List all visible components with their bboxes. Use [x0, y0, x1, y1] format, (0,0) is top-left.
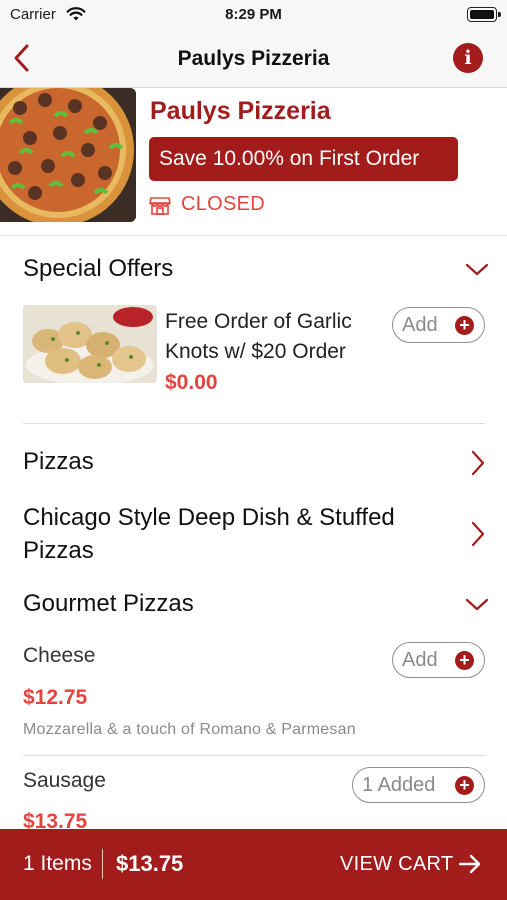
- restaurant-image: [0, 88, 136, 222]
- chevron-down-icon: [465, 263, 489, 276]
- list-item[interactable]: Free Order of Garlic Knots w/ $20 Order …: [23, 305, 485, 405]
- add-label: Add: [402, 649, 438, 671]
- info-button[interactable]: i: [453, 43, 483, 73]
- status-bar: Carrier 8:29 PM: [0, 0, 507, 30]
- battery-icon: [467, 7, 501, 22]
- add-button[interactable]: Add +: [392, 642, 485, 678]
- status-time: 8:29 PM: [225, 6, 282, 23]
- garlic-knots-image: [23, 305, 157, 383]
- section-deep-dish[interactable]: Chicago Style Deep Dish & Stuffed Pizzas: [23, 501, 489, 567]
- cart-separator: [102, 849, 103, 879]
- chevron-down-icon: [465, 598, 489, 611]
- navigation-bar: Paulys Pizzeria i: [0, 30, 507, 88]
- closed-label: CLOSED: [181, 193, 266, 215]
- item-name: Free Order of Garlic Knots w/ $20 Order: [165, 310, 352, 363]
- section-gourmet-pizzas[interactable]: Gourmet Pizzas: [23, 590, 489, 622]
- item-price: $0.00: [165, 371, 218, 394]
- add-label: Add: [402, 314, 438, 336]
- section-title: Special Offers: [23, 255, 174, 282]
- add-button[interactable]: Add +: [392, 307, 485, 343]
- chevron-right-icon: [471, 521, 485, 547]
- store-icon: [149, 197, 171, 215]
- food-image: [23, 305, 157, 383]
- info-icon: i: [464, 47, 472, 69]
- restaurant-header: Paulys Pizzeria Save 10.00% on First Ord…: [0, 88, 507, 236]
- pizza-image: [0, 88, 136, 222]
- divider: [23, 423, 485, 424]
- cart-item-count: 1 Items: [23, 852, 92, 875]
- item-name: Sausage: [23, 769, 106, 792]
- plus-icon: +: [455, 776, 474, 795]
- section-pizzas[interactable]: Pizzas: [23, 448, 489, 480]
- view-cart-label: VIEW CART: [340, 853, 454, 875]
- added-button[interactable]: 1 Added +: [352, 767, 485, 803]
- arrow-right-icon: [458, 854, 481, 874]
- restaurant-name: Paulys Pizzeria: [150, 97, 331, 125]
- item-description: Mozzarella & a touch of Romano & Parmesa…: [23, 721, 356, 738]
- plus-icon: +: [455, 316, 474, 335]
- view-cart-bar[interactable]: 1 Items $13.75 VIEW CART: [0, 829, 507, 900]
- section-title: Pizzas: [23, 448, 94, 475]
- section-title: Chicago Style Deep Dish & Stuffed Pizzas: [23, 504, 395, 564]
- plus-icon: +: [455, 651, 474, 670]
- cart-total: $13.75: [116, 851, 184, 876]
- chevron-right-icon: [471, 450, 485, 476]
- add-label: 1 Added: [362, 774, 436, 796]
- section-title: Gourmet Pizzas: [23, 590, 194, 617]
- section-special-offers[interactable]: Special Offers: [23, 255, 489, 287]
- promo-badge: Save 10.00% on First Order: [149, 137, 458, 181]
- item-name: Cheese: [23, 644, 96, 667]
- divider: [23, 755, 485, 756]
- page-title: Paulys Pizzeria: [177, 47, 330, 70]
- item-price: $12.75: [23, 686, 88, 709]
